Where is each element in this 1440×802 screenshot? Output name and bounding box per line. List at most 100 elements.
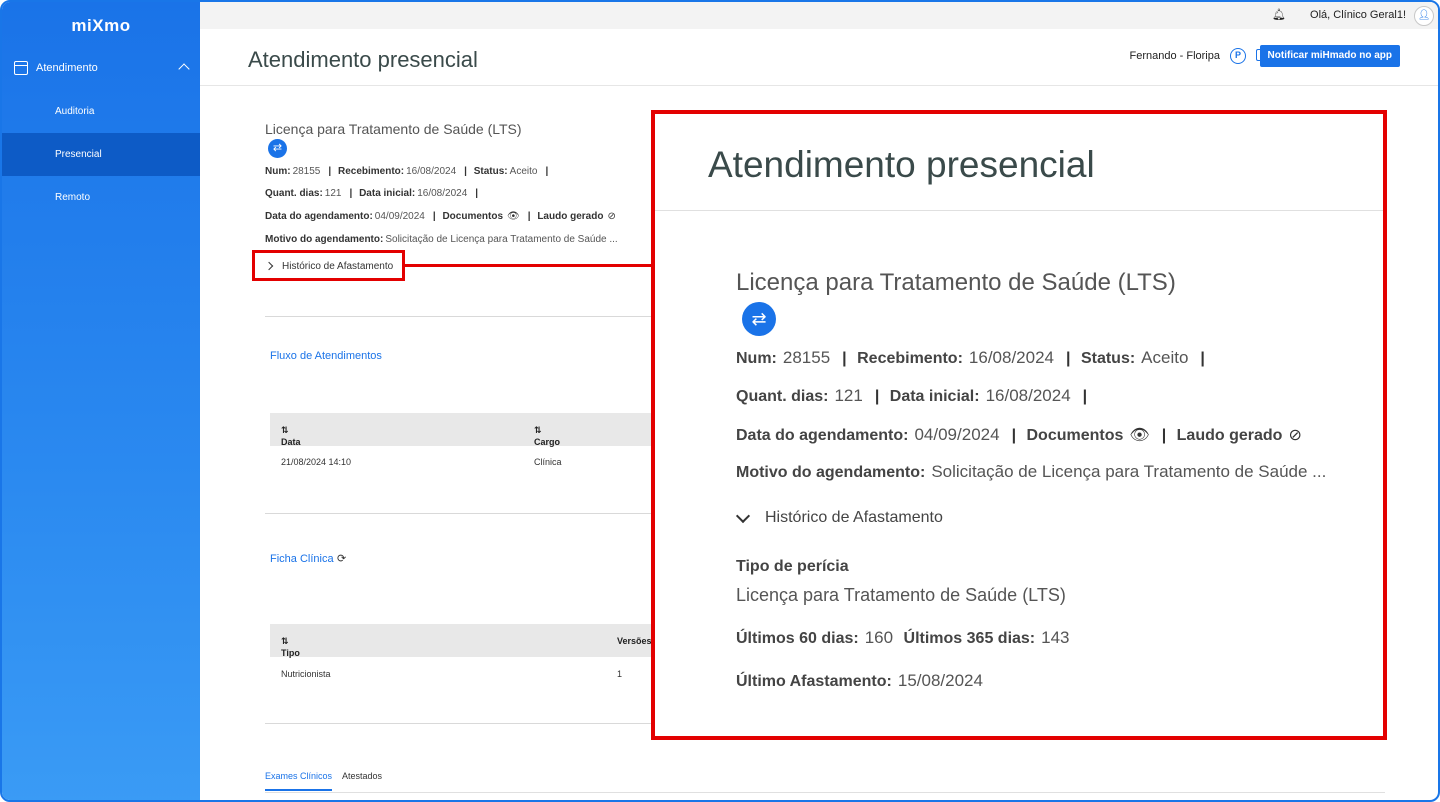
chevron-right-icon [264, 261, 274, 271]
sidebar-group-label: Atendimento [36, 62, 98, 74]
location-label: Fernando - Floripa [1129, 50, 1221, 62]
agendamento-value: 04/09/2024 [374, 211, 425, 222]
notify-app-button[interactable]: Notificar miHmado no app [1259, 45, 1400, 67]
status-label: Status: [473, 166, 508, 177]
recebimento-value: 16/08/2024 [406, 166, 457, 177]
eye-off-icon[interactable]: ⊘ [607, 211, 615, 222]
ult60-value: 160 [864, 628, 894, 647]
historico-toggle[interactable]: Histórico de Afastamento [252, 250, 405, 281]
zoom-eye-icon[interactable]: 👁︎ [1129, 425, 1149, 445]
motivo-label: Motivo do agendamento: [265, 234, 384, 245]
zoom-info-row-1: Num: 28155 | Recebimento: 16/08/2024 | Statu… [736, 348, 1205, 367]
zoom-info-row-3: Data do agendamento: 04/09/2024 | Document… [736, 425, 1302, 445]
laudo-label: Laudo gerado [537, 211, 604, 222]
zoom-num-value: 28155 [782, 348, 831, 367]
fluxo-section-title[interactable]: Fluxo de Atendimentos [270, 350, 382, 362]
zoom-quant-label: Quant. dias: [736, 388, 829, 405]
table-row: Nutricionista 1 [270, 659, 670, 689]
zoom-recebimento-value: 16/08/2024 [968, 348, 1054, 367]
zoom-header: Atendimento presencial [655, 114, 1383, 211]
zoom-documentos-label: Documentos [1026, 427, 1124, 444]
sidebar-group-atendimento[interactable]: Atendimento [2, 58, 200, 80]
zoom-chevron-down-icon [735, 508, 751, 524]
sidebar: miXmo Atendimento Auditoria Presencial R… [2, 2, 200, 800]
app-window: miXmo Atendimento Auditoria Presencial R… [0, 0, 1440, 802]
info-row-4: Motivo do agendamento: Solicitação de Lic… [265, 234, 622, 245]
zoom-status-label: Status: [1080, 350, 1136, 367]
chevron-up-icon [178, 63, 190, 75]
bell-icon[interactable]: 🔔︎ [1272, 8, 1286, 21]
zoom-historico-label: Histórico de Afastamento [765, 509, 943, 526]
ult365-value: 143 [1041, 628, 1070, 647]
table-row: 21/08/2024 14:10 Clínica [270, 447, 670, 477]
cell-cargo: Clínica [534, 457, 562, 467]
zoom-agendamento-label: Data do agendamento: [736, 427, 909, 444]
zoom-data-inicial-label: Data inicial: [889, 388, 980, 405]
info-row-3: Data do agendamento: 04/09/2024 | Document… [265, 211, 616, 222]
ult365-label: Últimos 365 dias: [903, 630, 1036, 647]
ficha-section-title[interactable]: Ficha Clínica [270, 553, 334, 565]
user-greeting: Olá, Clínico Geral1! [1310, 9, 1406, 21]
info-row-1: Num: 28155 | Recebimento: 16/08/2024 | Statu… [265, 166, 549, 177]
cell-data: 21/08/2024 14:10 [281, 457, 352, 467]
zoom-recebimento-label: Recebimento: [857, 350, 963, 367]
sidebar-item-presencial[interactable]: Presencial [2, 133, 200, 176]
divider [265, 723, 665, 724]
sidebar-item-remoto[interactable]: Remoto [2, 176, 200, 219]
agendamento-label: Data do agendamento: [265, 211, 373, 222]
col-data[interactable]: Data ⇅ [281, 425, 301, 447]
zoom-sync-icon[interactable]: ⇄ [742, 302, 776, 336]
col-tipo[interactable]: Tipo ⇅ [281, 636, 300, 658]
page-header: Atendimento presencial Fernando - Florip… [200, 29, 1438, 86]
status-value: Aceito [509, 166, 538, 177]
col-cargo[interactable]: Cargo ⇅ [534, 425, 560, 447]
ult-afast-value: 15/08/2024 [897, 671, 983, 690]
logo: miXmo [71, 16, 131, 35]
zoom-info-row-4: Motivo do agendamento: Solicitação de Lic… [736, 462, 1332, 482]
tab-exames-clinicos[interactable]: Exames Clínicos [265, 771, 333, 791]
sidebar-item-auditoria[interactable]: Auditoria [2, 90, 200, 133]
zoom-motivo-value: Solicitação de Licença para Tratamento d… [931, 462, 1327, 481]
license-title: Licença para Tratamento de Saúde (LTS) [265, 121, 522, 137]
zoom-num-label: Num: [736, 350, 777, 367]
cell-tipo: Nutricionista [281, 669, 331, 679]
tipo-pericia-value: Licença para Tratamento de Saúde (LTS) [736, 585, 1066, 605]
refresh-icon[interactable]: ⟳ [337, 552, 346, 565]
quant-value: 121 [324, 188, 342, 199]
zoom-laudo-label: Laudo gerado [1176, 427, 1283, 444]
quant-label: Quant. dias: [265, 188, 323, 199]
zoom-page-title: Atendimento presencial [708, 144, 1095, 185]
ultimos-dias-row: Últimos 60 dias: 160 Últimos 365 dias: 143 [736, 628, 1076, 648]
tab-atestados[interactable]: Atestados [342, 771, 382, 789]
parking-icon[interactable]: P [1230, 48, 1246, 64]
documentos-label: Documentos [442, 211, 504, 222]
num-value: 28155 [292, 166, 321, 177]
zoom-data-inicial-value: 16/08/2024 [985, 386, 1071, 405]
zoom-quant-value: 121 [834, 386, 863, 405]
recebimento-label: Recebimento: [337, 166, 405, 177]
ult-afast-label: Último Afastamento: [736, 673, 892, 690]
info-row-2: Quant. dias: 121 | Data inicial: 16/08/2024… [265, 188, 479, 199]
historico-label: Histórico de Afastamento [282, 261, 394, 272]
divider [265, 316, 665, 317]
ficha-table-header: Tipo ⇅ Versões [270, 624, 670, 658]
motivo-value: Solicitação de Licença para Tratamento d… [385, 234, 618, 245]
zoom-info-row-2: Quant. dias: 121 | Data inicial: 16/08/2024… [736, 386, 1088, 405]
zoom-status-value: Aceito [1141, 348, 1189, 367]
zoom-license-title: Licença para Tratamento de Saúde (LTS) [736, 269, 1176, 296]
ult60-label: Últimos 60 dias: [736, 630, 859, 647]
ultimo-afastamento-row: Último Afastamento: 15/08/2024 [736, 671, 989, 691]
user-avatar-icon[interactable]: 👤︎ [1414, 6, 1434, 26]
cell-versoes: 1 [617, 669, 623, 679]
col-versoes[interactable]: Versões [617, 636, 652, 646]
zoom-callout: Atendimento presencial Licença para Trat… [651, 110, 1387, 740]
data-inicial-value: 16/08/2024 [417, 188, 468, 199]
zoom-agendamento-value: 04/09/2024 [914, 425, 1000, 444]
num-label: Num: [265, 166, 291, 177]
page-title: Atendimento presencial [248, 47, 478, 72]
zoom-eye-off-icon[interactable]: ⊘ [1288, 425, 1301, 445]
fluxo-table-header: Data ⇅ Cargo ⇅ [270, 413, 670, 447]
sync-icon[interactable]: ⇄ [268, 139, 287, 158]
eye-icon[interactable]: 👁︎ [507, 211, 520, 222]
top-bar: 🔔︎ Olá, Clínico Geral1! 👤︎ [200, 2, 1438, 29]
